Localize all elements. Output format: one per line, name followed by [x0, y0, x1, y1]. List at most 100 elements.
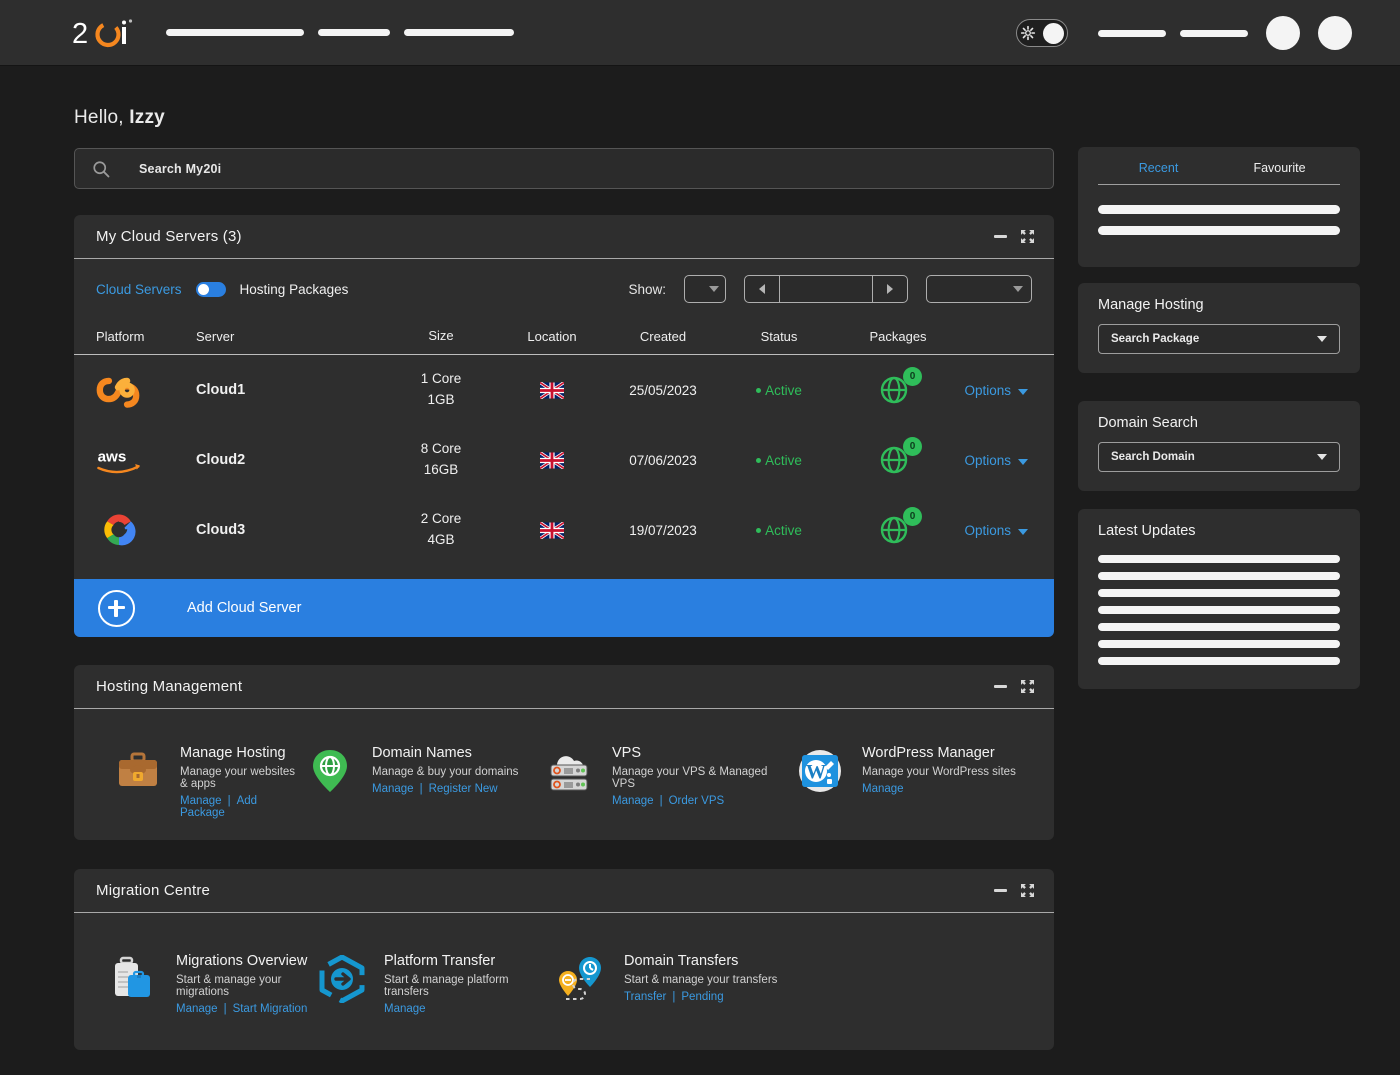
avatar[interactable] — [1266, 16, 1300, 50]
link-register-new[interactable]: Register New — [429, 783, 498, 795]
suitcases-icon — [106, 953, 162, 1005]
skeleton-row — [1098, 572, 1340, 580]
platform-cell — [96, 370, 196, 410]
topbar-placeholder-group — [1098, 29, 1248, 37]
location-cell — [500, 381, 604, 399]
skeleton-row — [1098, 623, 1340, 631]
tile-domain-transfers[interactable]: Domain Transfers Start & manage your tra… — [554, 953, 814, 1015]
tile-links: Manage — [862, 783, 1016, 795]
status-badge: Active — [722, 523, 836, 538]
view-toggle-switch[interactable] — [195, 281, 226, 297]
tile-platform-transfer[interactable]: Platform Transfer Start & manage platfor… — [314, 953, 554, 1015]
filter-select[interactable] — [926, 275, 1032, 303]
nav-placeholder-3[interactable] — [404, 29, 514, 36]
table-row[interactable]: Cloud3 2 Core 4GB 19/07/2023 Active 0 Op… — [74, 495, 1054, 565]
tile-subtitle: Manage your websites & apps — [180, 766, 296, 790]
svg-text:W: W — [806, 761, 826, 783]
tab-recent[interactable]: Recent — [1098, 161, 1219, 175]
link-order-vps[interactable]: Order VPS — [669, 795, 725, 807]
ram-value: 16GB — [423, 462, 459, 477]
hosting-management-tiles: Manage Hosting Manage your websites & ap… — [74, 709, 1054, 819]
column-header-created: Created — [639, 329, 687, 344]
column-header-size: Size — [428, 328, 454, 344]
migration-centre-panel: Migration Centre Migrations Overview Sta… — [74, 869, 1054, 1050]
tile-manage-hosting[interactable]: Manage Hosting Manage your websites & ap… — [74, 745, 302, 819]
link-start-migration[interactable]: Start Migration — [233, 1003, 308, 1015]
hosting-management-title: Hosting Management — [96, 678, 243, 695]
expand-icon[interactable] — [1021, 230, 1034, 243]
map-pin-globe-icon — [302, 745, 358, 797]
tile-title: Domain Transfers — [624, 953, 739, 969]
manage-hosting-title: Manage Hosting — [1098, 297, 1204, 313]
hosting-management-panel: Hosting Management Manage Hosting Manage… — [74, 665, 1054, 840]
search-domain-select[interactable]: Search Domain — [1098, 442, 1340, 472]
topbar-placeholder-2[interactable] — [1180, 29, 1248, 37]
migration-centre-title: Migration Centre — [96, 882, 211, 899]
link-separator: | — [672, 991, 676, 1003]
add-cloud-server-button[interactable]: Add Cloud Server — [74, 579, 1054, 637]
size-cell: 2 Core 4GB — [382, 509, 500, 551]
nav-placeholder-1[interactable] — [166, 29, 304, 36]
theme-toggle[interactable] — [1016, 19, 1068, 47]
tile-domain-names[interactable]: Domain Names Manage & buy your domains M… — [302, 745, 542, 819]
domain-search-title: Domain Search — [1098, 415, 1198, 431]
chevron-down-icon — [1013, 286, 1023, 292]
topbar-placeholder-1[interactable] — [1098, 29, 1166, 37]
expand-icon[interactable] — [1021, 680, 1034, 693]
nav-placeholder-2[interactable] — [318, 29, 390, 36]
tile-wordpress-manager[interactable]: W WordPress Manager Manage your WordPres… — [792, 745, 1032, 819]
chevron-down-icon — [709, 286, 719, 292]
tile-title: Migrations Overview — [176, 953, 308, 969]
toggle-label-cloud-servers[interactable]: Cloud Servers — [96, 282, 182, 297]
link-manage[interactable]: Manage — [180, 795, 222, 807]
minimize-icon[interactable] — [994, 235, 1007, 238]
briefcase-icon — [110, 745, 166, 797]
chevron-right-icon — [887, 284, 893, 294]
pagination-next-button[interactable] — [873, 276, 907, 302]
tab-favourite[interactable]: Favourite — [1219, 161, 1340, 175]
tile-vps[interactable]: VPS Manage your VPS & Managed VPS Manage… — [542, 745, 792, 819]
link-transfer[interactable]: Transfer — [624, 991, 666, 1003]
options-menu-button[interactable]: Options — [960, 383, 1032, 398]
panel-controls — [994, 680, 1034, 693]
options-menu-button[interactable]: Options — [960, 453, 1032, 468]
location-cell — [500, 451, 604, 469]
link-manage[interactable]: Manage — [372, 783, 414, 795]
svg-text:2: 2 — [72, 18, 88, 50]
brand-logo[interactable]: 2 — [72, 16, 138, 50]
minimize-icon[interactable] — [994, 889, 1007, 892]
link-separator: | — [227, 795, 231, 807]
twentyi-logo-icon: 2 — [72, 18, 133, 50]
link-manage[interactable]: Manage — [612, 795, 654, 807]
search-domain-value: Search Domain — [1111, 451, 1195, 463]
pagination-page-value[interactable] — [779, 276, 873, 302]
search-input[interactable] — [139, 161, 1037, 176]
options-menu-button[interactable]: Options — [960, 523, 1032, 538]
status-text: Active — [765, 452, 802, 468]
toggle-label-hosting-packages[interactable]: Hosting Packages — [240, 282, 349, 297]
avatar[interactable] — [1318, 16, 1352, 50]
created-date: 19/07/2023 — [629, 522, 697, 538]
pagination-prev-button[interactable] — [745, 276, 779, 302]
link-pending[interactable]: Pending — [681, 991, 723, 1003]
skeleton-row — [1098, 205, 1340, 214]
global-search[interactable] — [74, 148, 1054, 189]
search-package-value: Search Package — [1111, 333, 1200, 345]
expand-icon[interactable] — [1021, 884, 1034, 897]
link-manage[interactable]: Manage — [384, 1003, 426, 1015]
link-manage[interactable]: Manage — [862, 783, 904, 795]
minimize-icon[interactable] — [994, 685, 1007, 688]
table-row[interactable]: aws Cloud2 8 Core 16GB 07/06/2023 Active… — [74, 425, 1054, 495]
vps-server-icon — [542, 745, 598, 797]
server-name: Cloud2 — [196, 452, 246, 468]
uk-flag-icon — [540, 381, 564, 399]
manage-hosting-card: Manage Hosting Search Package — [1078, 283, 1360, 373]
chevron-left-icon — [759, 284, 765, 294]
recent-favourite-tabs: Recent Favourite — [1098, 161, 1340, 185]
table-row[interactable]: Cloud1 1 Core 1GB 25/05/2023 Active 0 Op… — [74, 355, 1054, 425]
tile-migrations-overview[interactable]: Migrations Overview Start & manage your … — [74, 953, 314, 1015]
show-count-select[interactable] — [684, 275, 726, 303]
recent-favourite-card: Recent Favourite — [1078, 147, 1360, 267]
search-package-select[interactable]: Search Package — [1098, 324, 1340, 354]
link-manage[interactable]: Manage — [176, 1003, 218, 1015]
